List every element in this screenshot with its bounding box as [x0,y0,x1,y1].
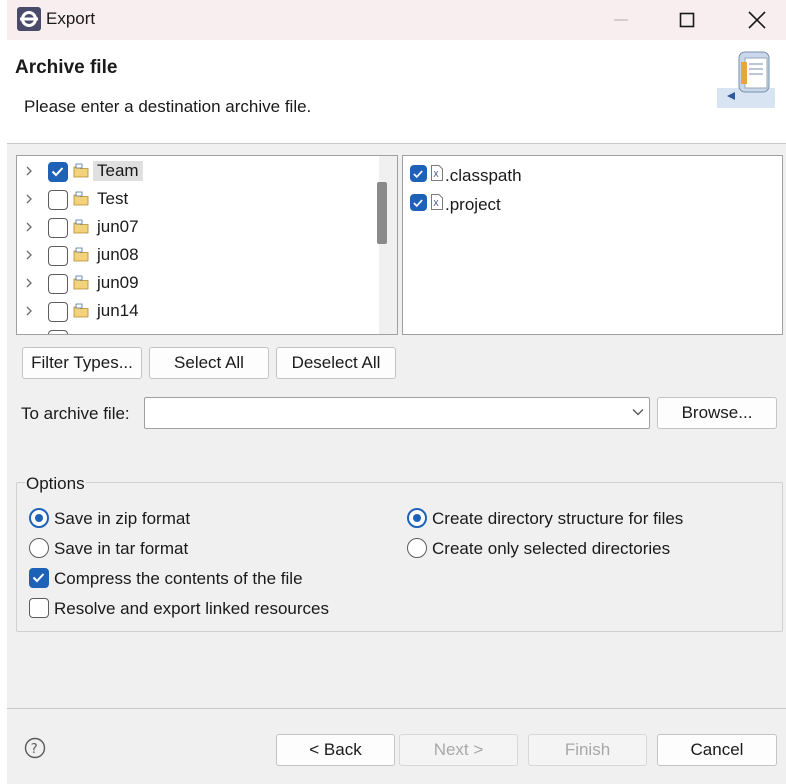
title-bar: Export [7,0,786,40]
eclipse-icon [17,7,41,31]
select-all-button[interactable]: Select All [149,347,269,379]
xml-file-icon: X [431,165,443,181]
tree-item-checkbox[interactable] [48,302,68,322]
tree-item[interactable]: jun08 [17,242,377,270]
project-folder-icon [73,247,89,262]
file-item[interactable]: X .project [403,188,773,216]
create-structure-label[interactable]: Create directory structure for files [432,509,683,529]
svg-text:X: X [433,199,439,208]
close-icon [748,11,766,29]
screen: Export Archive file Please enter a desti… [0,0,786,784]
file-list[interactable]: X .classpath X .project [402,155,783,335]
tree-item-checkbox[interactable] [48,274,68,294]
file-item-checkbox[interactable] [410,194,427,211]
create-structure-option[interactable]: Create directory structure for files [407,507,747,531]
zip-format-label[interactable]: Save in zip format [54,509,190,529]
compress-label[interactable]: Compress the contents of the file [54,569,303,589]
page-title: Archive file [15,57,118,78]
window-title: Export [46,9,96,28]
tree-item-checkbox[interactable] [48,246,68,266]
tree-item-label[interactable]: Test [93,189,132,209]
help-icon[interactable]: ? [24,737,46,759]
maximize-icon [679,12,695,28]
create-structure-radio[interactable] [407,508,427,528]
tree-item-partial[interactable] [17,326,377,334]
export-dialog: Export Archive file Please enter a desti… [7,0,786,784]
footer-separator [7,708,786,709]
chevron-right-icon[interactable] [23,192,35,206]
minimize-button[interactable] [587,0,655,40]
create-selected-option[interactable]: Create only selected directories [407,537,747,561]
tree-item-label[interactable]: jun09 [93,273,143,293]
resolve-linked-checkbox[interactable] [29,598,49,618]
tree-item-checkbox[interactable] [48,218,68,238]
tree-item[interactable]: jun07 [17,214,377,242]
tree-item[interactable]: Test [17,186,377,214]
next-button[interactable]: Next > [399,734,518,766]
compress-option[interactable]: Compress the contents of the file [29,567,369,591]
create-selected-radio[interactable] [407,538,427,558]
compress-checkbox[interactable] [29,568,49,588]
header-separator [7,143,786,144]
chevron-right-icon[interactable] [23,164,35,178]
chevron-right-icon[interactable] [23,304,35,318]
tree-item-checkbox[interactable] [48,190,68,210]
svg-text:?: ? [31,742,38,757]
checkmark-icon [32,573,45,583]
browse-button[interactable]: Browse... [657,397,777,429]
filter-types-button[interactable]: Filter Types... [22,347,142,379]
resource-tree[interactable]: Team Test jun07 jun08 jun09 jun14 [16,155,398,335]
maximize-button[interactable] [653,0,721,40]
chevron-right-icon[interactable] [23,276,35,290]
project-folder-icon [73,163,89,178]
options-title: Options [25,474,86,494]
finish-button[interactable]: Finish [528,734,647,766]
tar-format-radio[interactable] [29,538,49,558]
archive-file-label: To archive file: [21,404,130,423]
tree-item[interactable]: jun14 [17,298,377,326]
close-button[interactable] [723,0,786,40]
project-folder-icon [73,191,89,206]
chevron-down-icon[interactable] [631,405,645,419]
project-folder-icon [73,275,89,290]
svg-text:X: X [433,170,439,179]
tree-item-checkbox[interactable] [48,330,68,334]
checkmark-icon [413,170,423,179]
tree-item-label[interactable]: jun08 [93,245,143,265]
create-selected-label[interactable]: Create only selected directories [432,539,670,559]
back-button[interactable]: < Back [276,734,395,766]
tree-item-label[interactable]: Team [93,161,143,181]
tree-scrollbar-thumb[interactable] [377,182,387,244]
tree-item[interactable]: jun09 [17,270,377,298]
tree-item-label[interactable]: jun14 [93,301,143,321]
chevron-right-icon[interactable] [23,248,35,262]
tar-format-label[interactable]: Save in tar format [54,539,188,559]
tar-format-option[interactable]: Save in tar format [29,537,329,561]
zip-format-option[interactable]: Save in zip format [29,507,329,531]
header-banner: Archive file Please enter a destination … [7,40,786,143]
file-item-label[interactable]: .classpath [445,166,522,186]
project-folder-icon [73,303,89,318]
tree-item-checkbox[interactable] [48,162,68,182]
chevron-right-icon[interactable] [23,220,35,234]
file-item[interactable]: X .classpath [403,159,773,187]
tree-item[interactable]: Team [17,158,377,186]
minimize-icon [614,19,628,21]
xml-file-icon: X [431,194,443,210]
page-message: Please enter a destination archive file. [24,97,312,116]
project-folder-icon [73,219,89,234]
cancel-button[interactable]: Cancel [657,734,777,766]
checkmark-icon [51,167,64,177]
zip-format-radio[interactable] [29,508,49,528]
file-item-label[interactable]: .project [445,195,501,215]
resolve-linked-label[interactable]: Resolve and export linked resources [54,599,329,619]
deselect-all-button[interactable]: Deselect All [276,347,396,379]
archive-file-combo[interactable] [144,397,650,429]
checkmark-icon [413,199,423,208]
resolve-linked-option[interactable]: Resolve and export linked resources [29,597,369,621]
file-item-checkbox[interactable] [410,165,427,182]
archive-wizard-icon [717,51,775,108]
tree-item-label[interactable]: jun07 [93,217,143,237]
